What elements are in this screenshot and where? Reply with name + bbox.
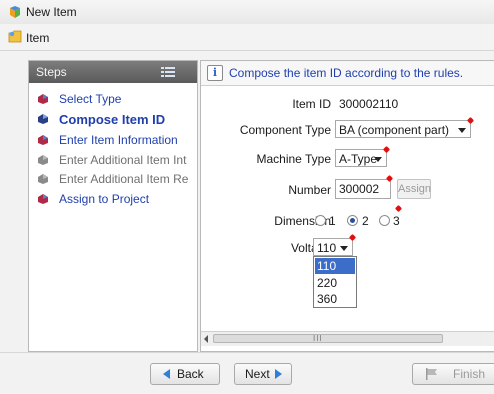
new-item-icon [10,6,20,18]
step-enter-additional-item-int[interactable]: Enter Additional Item Int [35,152,195,170]
steps-header: Steps [29,61,197,83]
back-arrow-icon [163,369,170,379]
voltage-option-360[interactable]: 360 [315,291,355,307]
step-select-type[interactable]: Select Type [35,91,195,109]
chevron-down-icon [458,128,466,133]
dimension-option-2: 2 [362,214,369,228]
instruction-bar: i Compose the item ID according to the r… [201,61,494,86]
number-input[interactable]: 300002 [335,179,391,199]
item-title: Item [26,31,50,45]
chevron-down-icon [340,246,348,251]
steps-panel: Steps Select Type Compose Item ID Enter … [28,60,198,352]
chevron-down-icon [374,157,382,162]
dimension-radio-2[interactable] [347,215,358,226]
disabled-step-icon [38,174,48,184]
step-label: Assign to Project [59,192,150,206]
machine-type-value: A-Type [339,152,378,166]
item-icon [8,30,22,43]
voltage-label: Voltage [290,241,331,255]
machine-type-label: Machine Type [256,152,332,166]
voltage-select[interactable]: 110 [313,238,353,256]
step-assign-to-project[interactable]: Assign to Project [35,191,195,209]
info-icon: i [207,65,223,81]
finish-label: Finish [453,367,486,381]
component-type-value: BA (component part) [339,123,450,137]
done-step-icon [38,94,48,104]
step-enter-additional-item-re[interactable]: Enter Additional Item Re [35,171,195,189]
item-id-label: Item ID [292,97,331,111]
item-id-value: 300002110 [339,97,399,111]
next-label: Next [245,367,270,381]
next-arrow-icon [275,369,282,379]
assign-button[interactable]: Assign [397,179,431,199]
dimension-radio-3[interactable] [379,215,390,226]
voltage-dropdown-list: 110 220 360 [313,256,357,308]
step-compose-item-id[interactable]: Compose Item ID [35,111,195,129]
required-marker-icon [394,204,403,213]
voltage-value: 110 [317,241,337,255]
voltage-option-220[interactable]: 220 [315,275,355,291]
step-label: Enter Additional Item Int [59,153,187,167]
dimension-option-3: 3 [393,214,400,228]
flag-icon [426,368,437,380]
number-label: Number [288,183,331,197]
step-label: Compose Item ID [59,112,166,127]
compose-panel: i Compose the item ID according to the r… [200,60,494,352]
step-label: Select Type [59,92,122,106]
wizard-footer: Back Next Finish [0,352,494,394]
next-button[interactable]: Next [234,363,292,385]
step-label: Enter Item Information [59,133,178,147]
finish-button[interactable]: Finish [412,363,494,385]
back-button[interactable]: Back [150,363,220,385]
item-header: Item [0,24,494,51]
back-label: Back [177,367,204,381]
scroll-thumb[interactable] [213,334,443,343]
horizontal-scrollbar[interactable]: III [201,331,494,346]
dimension-option-1: 1 [329,214,336,228]
dimension-radio-1[interactable] [315,215,326,226]
scroll-grip: III [313,334,323,343]
number-value: 300002 [339,182,380,196]
component-type-select[interactable]: BA (component part) [335,120,471,138]
component-type-label: Component Type [239,123,331,137]
current-step-icon [38,114,48,124]
dimension-label: Dimension [274,214,331,228]
list-icon[interactable] [161,67,175,77]
instruction-text: Compose the item ID according to the rul… [229,66,464,80]
step-label: Enter Additional Item Re [59,172,189,186]
machine-type-select[interactable]: A-Type [335,149,387,167]
scroll-left-icon[interactable] [204,335,208,343]
disabled-step-icon [38,155,48,165]
step-enter-item-information[interactable]: Enter Item Information [35,132,195,150]
window-title: New Item [26,5,77,19]
done-step-icon [38,135,48,145]
window-titlebar: New Item [0,0,494,24]
voltage-option-110[interactable]: 110 [315,258,355,274]
steps-title: Steps [36,65,67,79]
done-step-icon [38,194,48,204]
